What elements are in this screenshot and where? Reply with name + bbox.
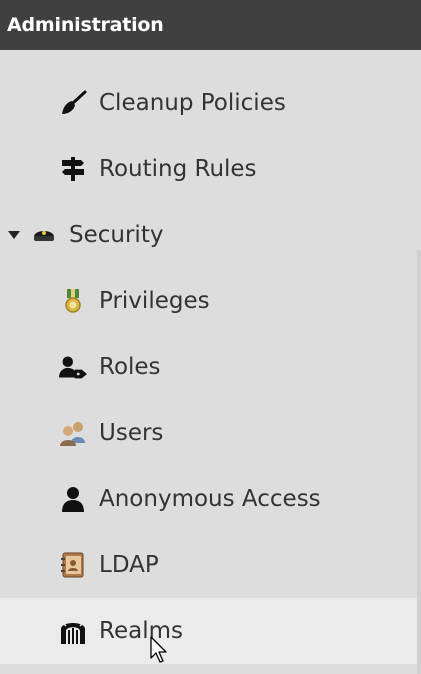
- nav-item-privileges[interactable]: Privileges: [0, 268, 417, 334]
- address-book-icon: [59, 551, 87, 579]
- user-icon: [59, 485, 87, 513]
- nav-item-security[interactable]: Security: [0, 202, 417, 268]
- nav-item-anonymous-access[interactable]: Anonymous Access: [0, 466, 417, 532]
- nav-item-label: Anonymous Access: [99, 486, 321, 512]
- nav-item-cleanup-policies[interactable]: Cleanup Policies: [0, 70, 417, 136]
- nav-item-realms[interactable]: Realms: [0, 598, 417, 664]
- nav-item-label: Roles: [99, 354, 161, 380]
- expand-triangle-icon[interactable]: [7, 222, 21, 248]
- nav-item-label: LDAP: [99, 552, 159, 578]
- nav-item-label: Cleanup Policies: [99, 90, 286, 116]
- nav-item-label: Realms: [99, 618, 183, 644]
- admin-header: Administration: [0, 0, 421, 50]
- user-tag-icon: [59, 353, 87, 381]
- signpost-icon: [59, 155, 87, 183]
- scroll-track: [417, 250, 421, 674]
- broom-icon: [59, 89, 87, 117]
- nav-item-roles[interactable]: Roles: [0, 334, 417, 400]
- nav-item-label: Privileges: [99, 288, 210, 314]
- nav-item-label: Routing Rules: [99, 156, 257, 182]
- nav-item-users[interactable]: Users: [0, 400, 417, 466]
- medal-icon: [59, 287, 87, 315]
- admin-header-title: Administration: [7, 14, 164, 36]
- police-cap-icon: [30, 221, 58, 249]
- gate-icon: [59, 617, 87, 645]
- nav-item-ldap[interactable]: LDAP: [0, 532, 417, 598]
- nav-item-label: Users: [99, 420, 164, 446]
- users-icon: [59, 419, 87, 447]
- nav-item-routing-rules[interactable]: Routing Rules: [0, 136, 417, 202]
- nav-item-label: Security: [69, 222, 164, 248]
